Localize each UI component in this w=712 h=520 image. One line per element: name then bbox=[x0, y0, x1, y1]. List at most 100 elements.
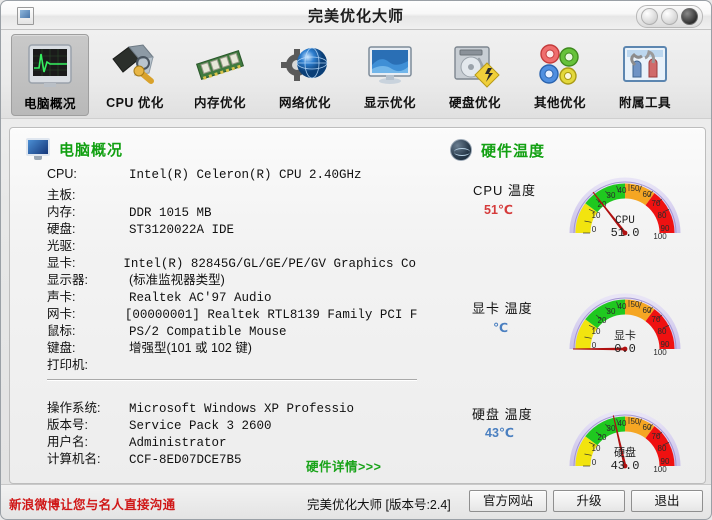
toolbar-label-display: 显示优化 bbox=[363, 96, 416, 110]
gpu-temperature-gauge: 0 10 20 30 40 50 60 70 80 90 100 显卡 0.0 bbox=[569, 257, 681, 357]
hdd-temp-value: 43℃ bbox=[485, 426, 515, 440]
svg-text:0: 0 bbox=[592, 225, 597, 234]
maximize-button[interactable] bbox=[661, 8, 678, 25]
svg-text:20: 20 bbox=[598, 316, 607, 325]
status-bar: 新浪微博让您与名人直接沟通 完美优化大师 [版本号:2.4] 官方网站 升级 退… bbox=[1, 484, 711, 519]
harddisk-bolt-icon bbox=[436, 37, 514, 92]
info-row: 鼠标: PS/2 Compatible Mouse bbox=[47, 320, 417, 339]
overview-section-header: 电脑概况 bbox=[26, 138, 123, 160]
toolbar-item-memory[interactable]: 内存优化 bbox=[181, 34, 259, 116]
info-value: [00000001] Realtek RTL8139 Family PCI Fa… bbox=[124, 308, 417, 322]
info-row: 光驱: bbox=[47, 235, 417, 253]
info-key: 计算机名: bbox=[47, 452, 101, 466]
hdd-gauge-value: 43.0 bbox=[611, 459, 640, 473]
os-info-list: 操作系统: Microsoft Windows XP Professio 版本号:… bbox=[47, 397, 427, 467]
memory-stick-icon bbox=[181, 37, 259, 92]
hardware-detail-link[interactable]: 硬件详情>>> bbox=[306, 456, 381, 475]
hdd-temp-label: 硬盘 温度 bbox=[472, 407, 533, 422]
overview-section-title: 电脑概况 bbox=[59, 141, 124, 159]
upgrade-button[interactable]: 升级 bbox=[553, 490, 625, 512]
svg-text:40: 40 bbox=[618, 419, 627, 428]
info-value: Realtek AC'97 Audio bbox=[129, 291, 272, 305]
info-value: Service Pack 3 2600 bbox=[129, 419, 272, 433]
hdd-gauge-name: 硬盘 bbox=[614, 445, 636, 460]
info-key: CPU: bbox=[47, 167, 77, 181]
minimize-button[interactable] bbox=[641, 8, 658, 25]
toolbar-item-other[interactable]: 其他优化 bbox=[521, 34, 599, 116]
svg-text:50: 50 bbox=[631, 300, 640, 309]
exit-button[interactable]: 退出 bbox=[631, 490, 703, 512]
gpu-temp-value: ℃ bbox=[493, 321, 509, 335]
info-value: (标准监视器类型) bbox=[129, 273, 225, 287]
info-value: CCF-8ED07DCE7B5 bbox=[129, 453, 242, 467]
info-row: 内存: DDR 1015 MB bbox=[47, 201, 417, 220]
promo-link[interactable]: 新浪微博让您与名人直接沟通 bbox=[9, 494, 175, 513]
info-row: 主板: bbox=[47, 184, 417, 202]
svg-text:100: 100 bbox=[653, 348, 667, 357]
toolbar-item-tools[interactable]: 附属工具 bbox=[606, 34, 684, 116]
svg-text:100: 100 bbox=[653, 465, 667, 474]
svg-text:70: 70 bbox=[652, 432, 661, 441]
svg-text:60: 60 bbox=[643, 306, 652, 315]
info-value: Administrator bbox=[129, 436, 227, 450]
main-toolbar: 电脑概况 CPU 优化 内存优化 网络优化 显示优化 硬盘优化 其他优化 附属工… bbox=[1, 30, 711, 148]
svg-text:80: 80 bbox=[658, 444, 667, 453]
info-row: 用户名: Administrator bbox=[47, 431, 427, 450]
version-text: 完美优化大师 [版本号:2.4] bbox=[307, 498, 451, 512]
info-row: 网卡: [00000001] Realtek RTL8139 Family PCI… bbox=[47, 303, 417, 322]
svg-text:20: 20 bbox=[598, 433, 607, 442]
gears-icon bbox=[521, 37, 599, 92]
svg-text:50: 50 bbox=[631, 417, 640, 426]
toolbar-item-harddisk[interactable]: 硬盘优化 bbox=[436, 34, 514, 116]
info-row: 操作系统: Microsoft Windows XP Professio bbox=[47, 397, 427, 416]
toolbar-item-network[interactable]: 网络优化 bbox=[266, 34, 344, 116]
application-window: 完美优化大师 电脑概况 CPU 优化 内存优化 网络优化 显示优化 硬盘优化 其… bbox=[0, 0, 712, 520]
toolbar-item-cpu[interactable]: CPU 优化 bbox=[96, 34, 174, 116]
svg-text:60: 60 bbox=[643, 423, 652, 432]
official-site-button[interactable]: 官方网站 bbox=[469, 490, 547, 512]
toolbar-label-network: 网络优化 bbox=[278, 96, 331, 110]
info-value: ST3120022A IDE bbox=[129, 223, 235, 237]
svg-text:0: 0 bbox=[592, 458, 597, 467]
toolbar-item-overview[interactable]: 电脑概况 bbox=[11, 34, 89, 116]
svg-text:80: 80 bbox=[658, 327, 667, 336]
svg-text:10: 10 bbox=[592, 327, 601, 336]
system-info-list: CPU: Intel(R) Celeron(R) CPU 2.40GHz 主板: … bbox=[47, 167, 417, 372]
info-value: 增强型(101 或 102 键) bbox=[129, 341, 252, 355]
info-row: 显卡: Intel(R) 82845G/GL/GE/PE/GV Graphics … bbox=[47, 252, 417, 271]
monitor-icon bbox=[26, 138, 50, 160]
info-row: 硬盘: ST3120022A IDE bbox=[47, 218, 417, 237]
svg-text:30: 30 bbox=[607, 191, 616, 200]
cpu-wrench-icon bbox=[96, 37, 174, 92]
cpu-gauge-value: 51.0 bbox=[611, 226, 640, 240]
display-monitor-icon bbox=[351, 37, 429, 92]
info-row: 显示器: (标准监视器类型) bbox=[47, 269, 417, 287]
info-value: Intel(R) Celeron(R) CPU 2.40GHz bbox=[129, 168, 362, 182]
gpu-temp-label: 显卡 温度 bbox=[472, 301, 533, 316]
toolbar-label-tools: 附属工具 bbox=[618, 96, 671, 110]
title-bar: 完美优化大师 bbox=[1, 1, 711, 30]
svg-text:70: 70 bbox=[652, 199, 661, 208]
cpu-temp-label: CPU 温度 bbox=[473, 183, 537, 198]
svg-text:70: 70 bbox=[652, 315, 661, 324]
info-value: DDR 1015 MB bbox=[129, 206, 212, 220]
info-row: 键盘: 增强型(101 或 102 键) bbox=[47, 337, 417, 355]
svg-text:30: 30 bbox=[607, 307, 616, 316]
info-key: 打印机: bbox=[47, 358, 88, 372]
gpu-gauge-value: 0.0 bbox=[614, 342, 636, 356]
temperature-section-title: 硬件温度 bbox=[481, 142, 546, 160]
cpu-temperature-gauge: 01020 304050 607080 90100 CPU 51.0 bbox=[569, 141, 681, 241]
info-row: CPU: Intel(R) Celeron(R) CPU 2.40GHz bbox=[47, 167, 417, 184]
svg-text:60: 60 bbox=[643, 190, 652, 199]
svg-text:30: 30 bbox=[607, 424, 616, 433]
svg-text:80: 80 bbox=[658, 211, 667, 220]
close-button[interactable] bbox=[681, 8, 698, 25]
info-row: 版本号: Service Pack 3 2600 bbox=[47, 414, 427, 433]
toolbar-item-display[interactable]: 显示优化 bbox=[351, 34, 429, 116]
toolbox-icon bbox=[606, 37, 684, 92]
gpu-gauge-name: 显卡 bbox=[614, 329, 636, 343]
info-row: 声卡: Realtek AC'97 Audio bbox=[47, 286, 417, 305]
globe-icon bbox=[450, 139, 472, 161]
svg-text:10: 10 bbox=[592, 444, 601, 453]
toolbar-label-memory: 内存优化 bbox=[193, 96, 246, 110]
